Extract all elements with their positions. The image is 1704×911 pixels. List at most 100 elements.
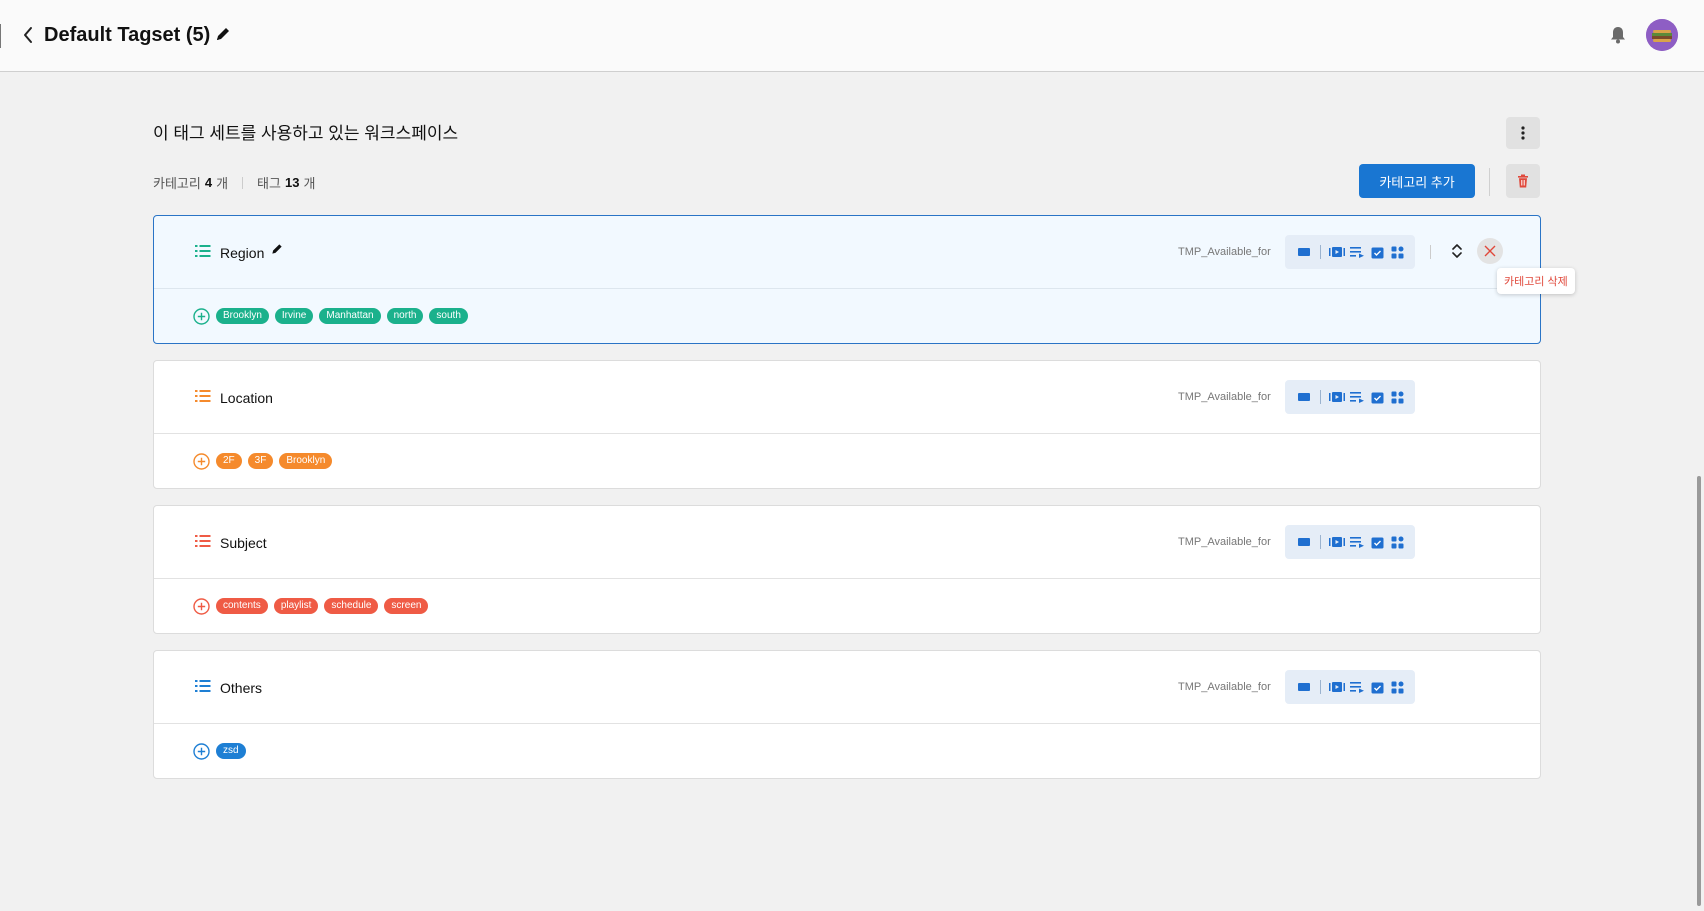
category-name: Subject (220, 535, 267, 551)
list-icon (195, 390, 211, 402)
screen-icon (1298, 248, 1310, 256)
screen-availability-toggle[interactable] (1296, 534, 1312, 550)
apps-grid-icon (1391, 536, 1403, 548)
video-icon (1329, 682, 1345, 692)
add-circle-icon (193, 743, 210, 760)
user-avatar[interactable] (1646, 19, 1678, 51)
add-tag-button[interactable] (193, 598, 210, 615)
device-availability-toggle[interactable] (1389, 679, 1405, 695)
tag-chip[interactable]: south (429, 308, 468, 324)
content-availability-toggle[interactable] (1329, 389, 1345, 405)
playlist-availability-toggle[interactable] (1349, 679, 1365, 695)
screen-icon (1298, 683, 1310, 691)
add-tag-button[interactable] (193, 743, 210, 760)
screen-availability-toggle[interactable] (1296, 389, 1312, 405)
page-title: Default Tagset (5) (44, 24, 211, 46)
tag-chip[interactable]: zsd (216, 743, 246, 759)
tag-list: Brooklyn Irvine Manhattan north south (216, 308, 468, 324)
top-header: Default Tagset (5) (0, 0, 1704, 72)
category-name: Region (220, 245, 265, 261)
delete-category-button[interactable] (1477, 238, 1503, 264)
tag-chip[interactable]: 2F (216, 453, 242, 469)
playlist-availability-toggle[interactable] (1349, 389, 1365, 405)
category-count-value: 4 (204, 175, 213, 190)
category-card-subject[interactable]: Subject TMP_Available_for contents playlis… (153, 505, 1541, 634)
back-button[interactable] (16, 22, 40, 48)
avatar-image (1646, 19, 1678, 51)
playlist-icon (1349, 537, 1364, 548)
tag-chip[interactable]: Irvine (274, 308, 314, 324)
category-name: Location (220, 390, 273, 406)
device-availability-toggle[interactable] (1389, 389, 1405, 405)
tag-count-unit: 개 (303, 176, 316, 191)
playlist-icon (1349, 392, 1364, 403)
screen-availability-toggle[interactable] (1296, 244, 1312, 260)
screen-icon (1298, 393, 1310, 401)
category-card-others[interactable]: Others TMP_Available_for zsd (153, 650, 1541, 779)
video-icon (1329, 392, 1345, 402)
playlist-availability-toggle[interactable] (1349, 244, 1365, 260)
tag-chip[interactable]: Brooklyn (216, 308, 269, 324)
availability-divider (1320, 245, 1321, 259)
notification-button[interactable] (1606, 23, 1630, 47)
edit-category-button[interactable] (270, 242, 286, 258)
playlist-availability-toggle[interactable] (1349, 534, 1365, 550)
screen-availability-toggle[interactable] (1296, 679, 1312, 695)
category-card-location[interactable]: Location TMP_Available_for 2F 3F Brooklyn (153, 360, 1541, 489)
content-availability-toggle[interactable] (1329, 534, 1345, 550)
tag-chip[interactable]: Manhattan (319, 308, 381, 324)
pencil-icon (217, 28, 229, 40)
availability-divider (1320, 390, 1321, 404)
tag-chip[interactable]: contents (216, 598, 268, 614)
tag-chip[interactable]: screen (384, 598, 429, 614)
availability-divider (1320, 680, 1321, 694)
list-icon (195, 680, 211, 692)
trash-icon (1518, 174, 1528, 188)
calendar-check-icon (1371, 682, 1383, 693)
content-availability-toggle[interactable] (1329, 244, 1345, 260)
available-for-group (1285, 670, 1415, 704)
bell-icon (1611, 27, 1625, 44)
category-tags-row: zsd (154, 724, 1540, 778)
chevron-left-icon (24, 27, 32, 43)
available-for-group (1285, 380, 1415, 414)
calendar-check-icon (1371, 392, 1383, 403)
edit-title-button[interactable] (214, 25, 234, 45)
playlist-icon (1349, 247, 1364, 258)
schedule-availability-toggle[interactable] (1369, 679, 1385, 695)
schedule-availability-toggle[interactable] (1369, 389, 1385, 405)
category-header: Subject TMP_Available_for (154, 506, 1540, 579)
add-tag-button[interactable] (193, 453, 210, 470)
availability-divider (1320, 535, 1321, 549)
tag-chip[interactable]: north (386, 308, 424, 324)
category-card-region[interactable]: Region TMP_Available_for 카테고리 삭제 Brooklyn… (153, 215, 1575, 344)
tag-chip[interactable]: playlist (273, 598, 319, 614)
available-for-label: TMP_Available_for (1178, 246, 1271, 258)
more-options-button[interactable] (1506, 117, 1540, 149)
screen-icon (1298, 538, 1310, 546)
add-category-button[interactable]: 카테고리 추가 (1359, 164, 1475, 198)
content-availability-toggle[interactable] (1329, 679, 1345, 695)
header-edge-divider (0, 24, 1, 48)
list-icon (195, 535, 211, 547)
add-tag-button[interactable] (193, 308, 210, 325)
reorder-button[interactable] (1448, 240, 1466, 262)
category-tags-row: contents playlist schedule screen (154, 579, 1540, 633)
pencil-icon (272, 244, 282, 254)
tag-chip[interactable]: Brooklyn (279, 453, 333, 469)
available-for-label: TMP_Available_for (1178, 536, 1271, 548)
category-count-label: 카테고리 (153, 176, 201, 191)
calendar-check-icon (1371, 537, 1383, 548)
schedule-availability-toggle[interactable] (1369, 534, 1385, 550)
device-availability-toggle[interactable] (1389, 244, 1405, 260)
tag-chip[interactable]: 3F (247, 453, 274, 469)
apps-grid-icon (1391, 681, 1403, 693)
delete-tagset-button[interactable] (1506, 164, 1540, 198)
scrollbar[interactable] (1697, 476, 1701, 906)
tag-chip[interactable]: schedule (324, 598, 379, 614)
add-circle-icon (193, 598, 210, 615)
playlist-icon (1349, 682, 1364, 693)
device-availability-toggle[interactable] (1389, 534, 1405, 550)
schedule-availability-toggle[interactable] (1369, 244, 1385, 260)
list-icon (195, 245, 211, 257)
